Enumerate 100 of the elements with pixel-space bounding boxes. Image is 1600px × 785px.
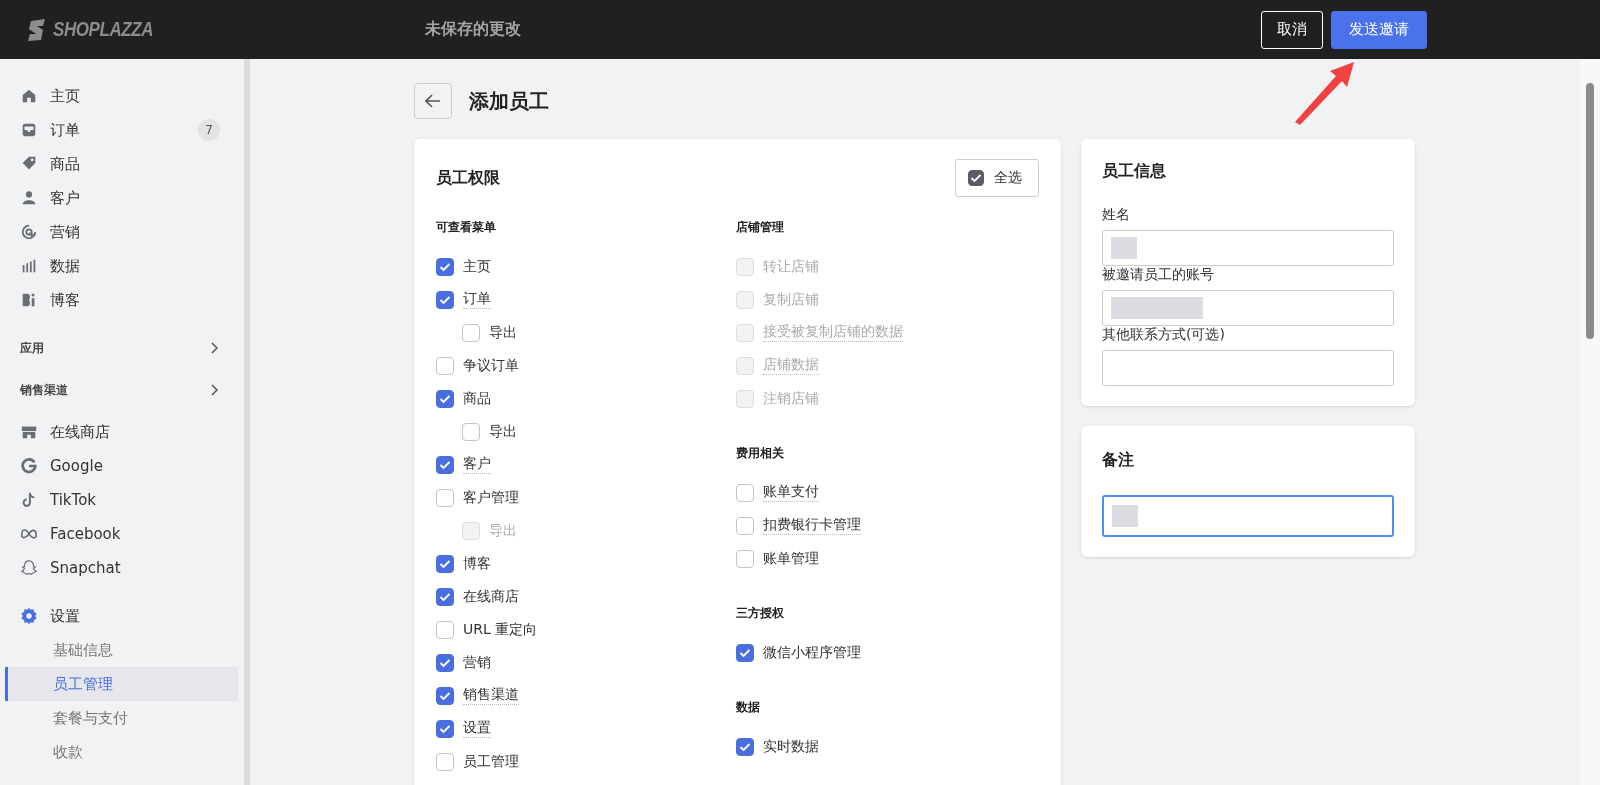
- checkmark-icon: [439, 459, 451, 470]
- person-icon: [20, 189, 38, 207]
- checkbox[interactable]: [736, 516, 754, 535]
- checkbox[interactable]: [436, 290, 454, 309]
- checkbox[interactable]: [436, 719, 454, 738]
- checkbox[interactable]: [736, 549, 754, 568]
- checkbox[interactable]: [436, 488, 454, 507]
- field-label: 其他联系方式(可选): [1102, 326, 1226, 344]
- sidebar-item[interactable]: 营销: [20, 215, 232, 249]
- checkbox-label: 接受被复制店铺的数据: [763, 323, 903, 342]
- checkbox-label: 微信小程序管理: [763, 643, 861, 662]
- checkbox[interactable]: [436, 653, 454, 672]
- cancel-button[interactable]: 取消: [1261, 10, 1323, 49]
- checkbox-label: 客户: [463, 455, 491, 474]
- home-icon: [20, 87, 38, 105]
- sidebar-subitem[interactable]: 套餐与支付: [5, 701, 238, 735]
- checkbox[interactable]: [436, 587, 454, 606]
- sidebar-item[interactable]: Facebook: [20, 517, 232, 551]
- checkbox[interactable]: [736, 643, 754, 662]
- sidebar-item[interactable]: 在线商店: [20, 415, 232, 449]
- group-heading: 可查看菜单: [436, 219, 497, 236]
- card-title: 员工权限: [436, 167, 500, 189]
- notes-input-field[interactable]: [1102, 495, 1394, 537]
- checkbox[interactable]: [436, 620, 454, 639]
- sidebar-subitem[interactable]: 基础信息: [5, 633, 238, 667]
- back-button[interactable]: [414, 83, 452, 119]
- group-heading: 费用相关: [736, 445, 785, 462]
- sidebar-item[interactable]: Google: [20, 449, 232, 483]
- checkbox[interactable]: [436, 455, 454, 474]
- checkmark-icon: [439, 558, 451, 569]
- checkbox-label: 博客: [463, 554, 491, 573]
- send-invite-button[interactable]: 发送邀请: [1331, 10, 1427, 49]
- checkmark-icon: [439, 294, 451, 305]
- group-heading: 店铺管理: [736, 219, 785, 236]
- sidebar-item[interactable]: 客户: [20, 181, 232, 215]
- checkbox-label: 设置: [463, 719, 491, 738]
- inbox-icon: [20, 121, 38, 139]
- sidebar-item[interactable]: TikTok: [20, 483, 232, 517]
- checkbox-label: 员工管理: [463, 752, 519, 771]
- checkbox-label: 商品: [463, 389, 491, 408]
- checkbox[interactable]: [436, 554, 454, 573]
- checkbox-label: 争议订单: [463, 356, 519, 375]
- checkbox[interactable]: [462, 323, 480, 342]
- select-all-button[interactable]: 全选: [955, 159, 1039, 197]
- checkbox-label: 账单支付: [763, 483, 819, 502]
- checkbox-label: 客户管理: [463, 488, 519, 507]
- checkbox-label: 订单: [463, 290, 491, 309]
- checkmark-icon: [439, 591, 451, 602]
- sidebar-subitem[interactable]: 收款: [5, 735, 238, 769]
- checkmark-icon: [439, 657, 451, 668]
- checkmark-icon: [439, 723, 451, 734]
- checkbox-label: 主页: [463, 257, 491, 276]
- logo-wordmark: SHOPLAZZA: [53, 18, 154, 41]
- checkbox-label: 导出: [489, 521, 517, 540]
- checkbox[interactable]: [436, 686, 454, 705]
- sidebar-item[interactable]: 设置: [20, 599, 232, 633]
- g-letter-icon: [20, 457, 38, 475]
- sidebar-subitem[interactable]: 员工管理: [5, 667, 238, 701]
- field-label: 姓名: [1102, 206, 1131, 224]
- sidebar-section-header[interactable]: 应用: [20, 331, 232, 365]
- input-field[interactable]: [1102, 290, 1394, 326]
- sidebar-item[interactable]: 博客: [20, 283, 232, 317]
- sidebar-item[interactable]: 主页: [20, 79, 232, 113]
- unsaved-changes-title: 未保存的更改: [425, 19, 521, 40]
- card-title: 员工信息: [1102, 161, 1167, 182]
- checkbox[interactable]: [736, 737, 754, 756]
- scrollbar[interactable]: [1580, 59, 1600, 785]
- input-field[interactable]: [1102, 230, 1394, 266]
- checkmark-icon: [439, 393, 451, 404]
- sidebar-item[interactable]: Snapchat: [20, 551, 232, 585]
- back-arrow-icon: [425, 94, 441, 108]
- checkbox[interactable]: [462, 422, 480, 441]
- checkbox[interactable]: [436, 752, 454, 771]
- sidebar-item[interactable]: 数据: [20, 249, 232, 283]
- field-label: 被邀请员工的账号: [1102, 266, 1215, 284]
- checkbox-label: 复制店铺: [763, 290, 819, 309]
- ghost-icon: [20, 559, 38, 577]
- sidebar-section-header[interactable]: 销售渠道: [20, 373, 232, 407]
- checkbox-label: URL 重定向: [463, 620, 538, 639]
- checkbox-label: 账单管理: [763, 549, 819, 568]
- sidebar-item[interactable]: 订单 7: [20, 113, 232, 147]
- checkbox-label: 销售渠道: [463, 686, 519, 705]
- bar-chart-icon: [20, 257, 38, 275]
- input-field[interactable]: [1102, 350, 1394, 386]
- checkmark-icon: [439, 261, 451, 272]
- checkbox[interactable]: [436, 257, 454, 276]
- chevron-right-icon: [210, 384, 218, 396]
- checkbox-label: 转让店铺: [763, 257, 819, 276]
- card-title: 备注: [1102, 450, 1135, 471]
- target-cursor-icon: [20, 223, 38, 241]
- chevron-right-icon: [210, 342, 218, 354]
- group-heading: 数据: [736, 699, 761, 716]
- checkbox[interactable]: [436, 389, 454, 408]
- checkbox[interactable]: [436, 356, 454, 375]
- sidebar-item[interactable]: 商品: [20, 147, 232, 181]
- checkbox-label: 店铺数据: [763, 356, 819, 375]
- checkbox-label: 实时数据: [763, 737, 819, 756]
- page-title: 添加员工: [469, 87, 549, 115]
- checkmark-icon: [739, 647, 751, 658]
- checkbox[interactable]: [736, 483, 754, 502]
